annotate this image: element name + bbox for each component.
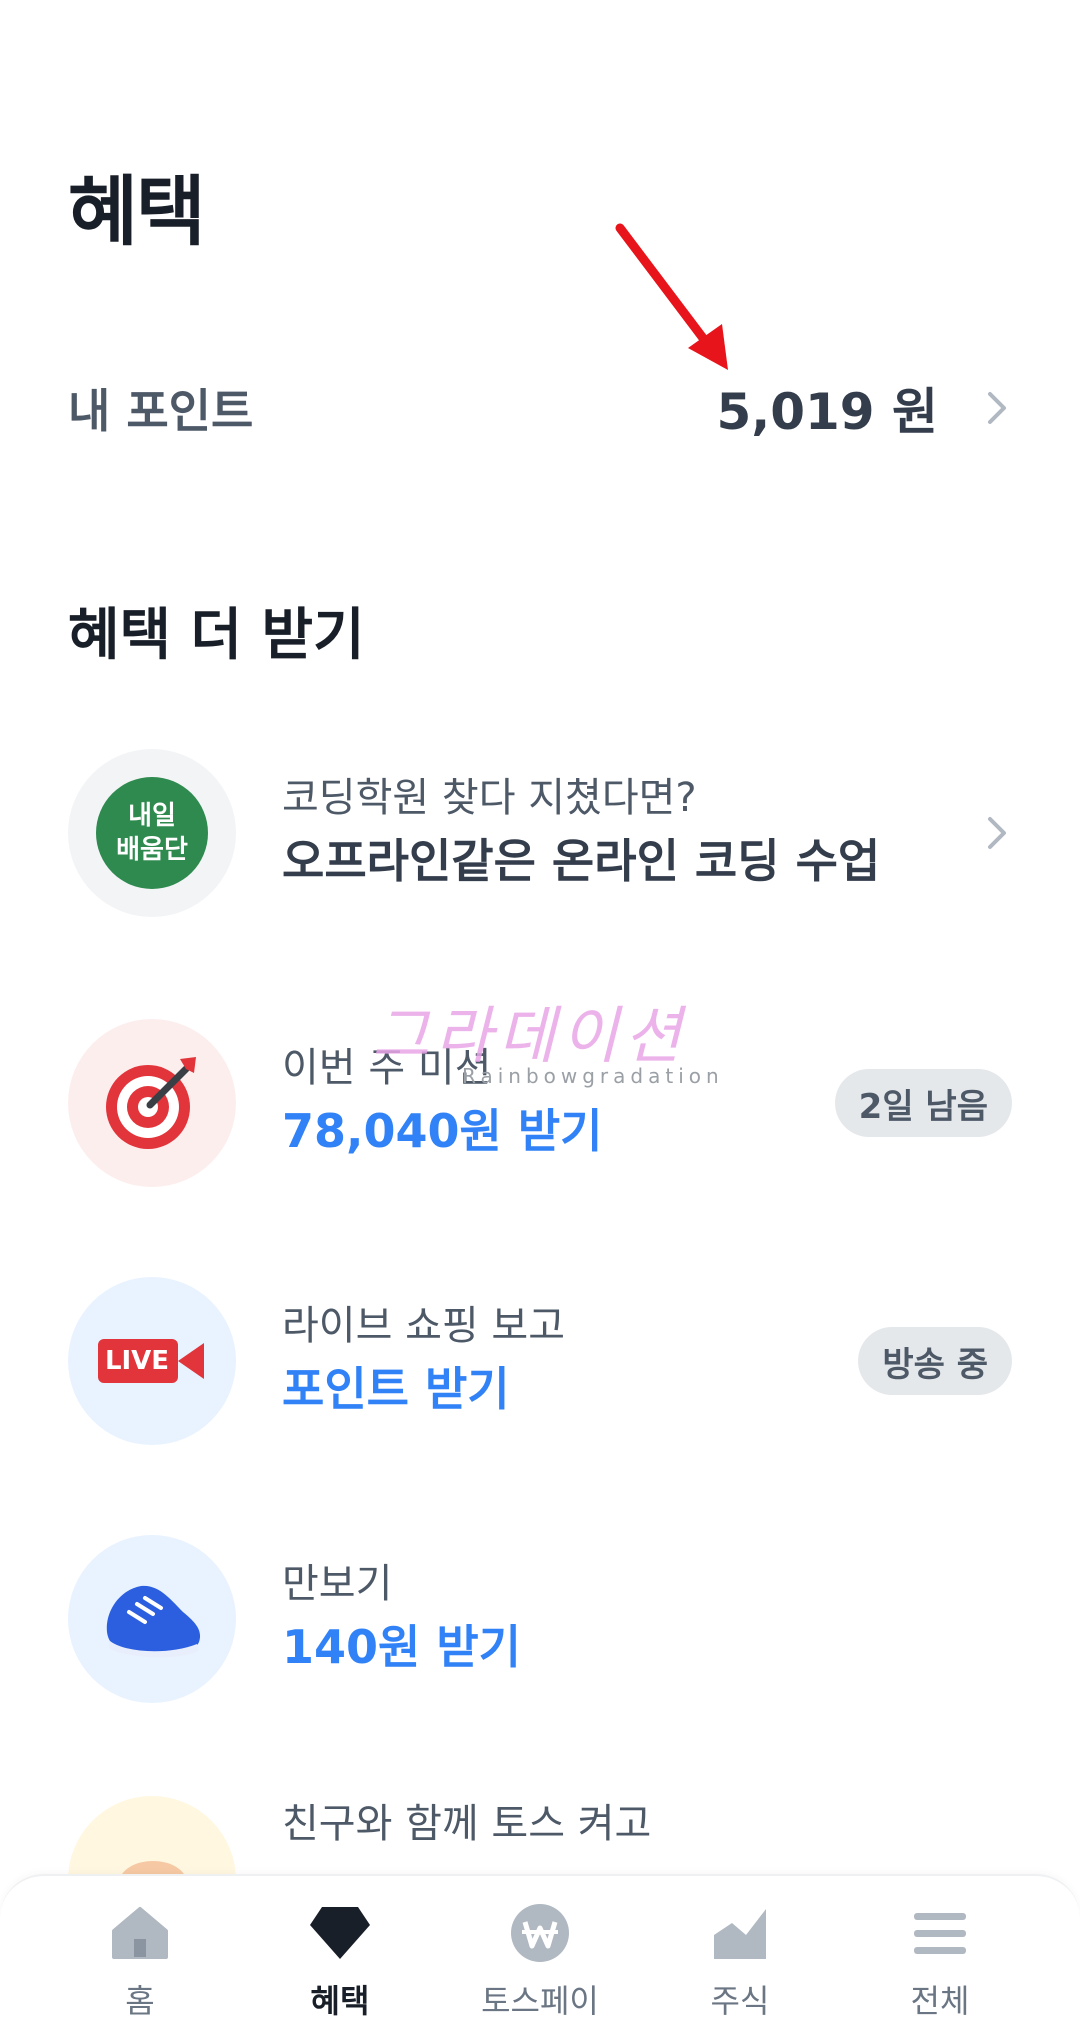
watermark-subtext: Rainbowgradation: [462, 1064, 724, 1088]
watermark-text: 그라데이션: [372, 999, 688, 1072]
nav-item-stocks[interactable]: 주식: [650, 1876, 830, 2022]
gem-icon: [305, 1898, 375, 1968]
logo-line-2: 배움단: [116, 835, 188, 865]
naeil-baeumdan-logo: 내일 배움단: [96, 777, 208, 889]
item-title: 포인트 받기: [282, 1362, 510, 1416]
item-title: 78,040원 받기: [282, 1104, 603, 1158]
status-badge: 2일 남음: [834, 1069, 1012, 1137]
chevron-right-icon: [982, 813, 1012, 853]
item-subtitle: 만보기: [282, 1561, 393, 1607]
chevron-right-icon: [982, 388, 1012, 428]
won-icon: [505, 1898, 575, 1968]
nav-item-tosspay[interactable]: 토스페이: [450, 1876, 630, 2022]
home-icon: [105, 1898, 175, 1968]
item-icon-wrapper: [68, 1535, 236, 1703]
nav-item-home[interactable]: 홈: [50, 1876, 230, 2022]
chart-icon: [705, 1898, 775, 1968]
page-title: 혜택: [68, 167, 206, 256]
nav-label: 홈: [125, 1982, 155, 2020]
logo-line-1: 내일: [128, 801, 176, 831]
my-points-value: 5,019 원: [716, 383, 938, 441]
status-badge: 방송 중: [858, 1327, 1012, 1395]
nav-item-all[interactable]: 전체: [850, 1876, 1030, 2022]
nav-label: 주식: [710, 1982, 770, 2020]
item-icon-wrapper: LIVE: [68, 1277, 236, 1445]
item-title: 오프라인같은 온라인 코딩 수업: [282, 834, 881, 888]
target-dart-icon: [106, 1057, 196, 1149]
menu-icon: [905, 1898, 975, 1968]
list-item-live-shopping[interactable]: LIVE 라이브 쇼핑 보고 포인트 받기 방송 중: [68, 1276, 1012, 1446]
item-icon-wrapper: [68, 1019, 236, 1187]
item-subtitle: 친구와 함께 토스 켜고: [282, 1801, 652, 1847]
item-subtitle: 라이브 쇼핑 보고: [282, 1303, 566, 1349]
my-points-row[interactable]: 내 포인트 5,019 원: [68, 370, 1012, 446]
list-item-pedometer[interactable]: 만보기 140원 받기: [68, 1534, 1012, 1704]
nav-label: 전체: [910, 1982, 970, 2020]
red-arrow-annotation: [615, 223, 728, 370]
section-title: 혜택 더 받기: [68, 603, 365, 668]
list-item-coding-ad[interactable]: 내일 배움단 코딩학원 찾다 지쳤다면? 오프라인같은 온라인 코딩 수업: [68, 748, 1012, 918]
item-title: 140원 받기: [282, 1620, 521, 1674]
bottom-nav: 홈 혜택 토스페이 주식 전체: [0, 1874, 1080, 2039]
nav-item-benefits[interactable]: 혜택: [250, 1876, 430, 2022]
item-subtitle: 코딩학원 찾다 지쳤다면?: [282, 775, 697, 821]
item-icon-wrapper: 내일 배움단: [68, 749, 236, 917]
live-label: LIVE: [104, 1346, 170, 1376]
my-points-label: 내 포인트: [68, 384, 254, 438]
nav-label: 혜택: [310, 1982, 370, 2020]
sneaker-icon: [106, 1585, 201, 1658]
nav-label: 토스페이: [481, 1982, 599, 2020]
